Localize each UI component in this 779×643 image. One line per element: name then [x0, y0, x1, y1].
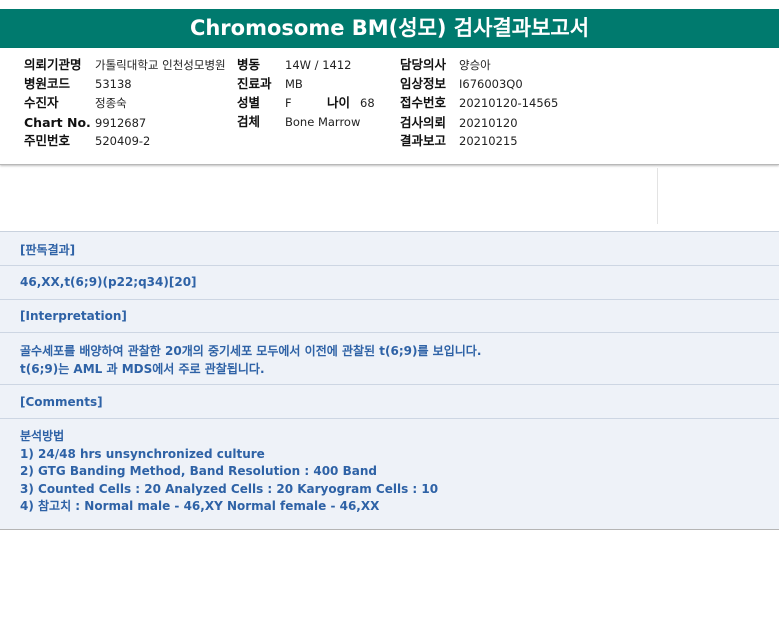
- comments-row: 분석방법 1) 24/48 hrs unsynchronized culture…: [0, 419, 779, 528]
- patient-name-value: 정종숙: [95, 96, 127, 110]
- receipt-no-value: 20210120-14565: [459, 96, 559, 110]
- age-value: 68: [360, 96, 375, 110]
- interpretation-row: 골수세포를 배양하여 관찰한 20개의 중기세포 모두에서 이전에 관찰된 t(…: [0, 333, 779, 385]
- receipt-no-label: 접수번호: [400, 95, 447, 110]
- institution-label: 의뢰기관명: [24, 57, 82, 72]
- resident-no-label: 주민번호: [24, 133, 71, 148]
- hospital-code-value: 53138: [95, 77, 132, 91]
- comment-line: 1) 24/48 hrs unsynchronized culture: [20, 446, 265, 461]
- results-panel: [판독결과] 46,XX,t(6;9)(p22;q34)[20] [Interp…: [0, 231, 779, 530]
- patient-name-label: 수진자: [24, 95, 59, 110]
- chart-no-label: Chart No.: [24, 115, 91, 130]
- interpretation-line: t(6;9)는 AML 과 MDS에서 주로 관찰됩니다.: [20, 361, 265, 376]
- interpretation-text: 골수세포를 배양하여 관찰한 20개의 중기세포 모두에서 이전에 관찰된 t(…: [20, 343, 481, 378]
- judgement-header: [판독결과]: [20, 243, 76, 257]
- doctor-label: 담당의사: [400, 57, 447, 72]
- comment-line: 4) 참고치 : Normal male - 46,XY Normal fema…: [20, 499, 380, 513]
- sex-label: 성별: [237, 95, 261, 110]
- comment-line: 분석방법: [20, 429, 65, 443]
- institution-value: 가톨릭대학교 인천성모병원: [95, 58, 226, 72]
- request-date-label: 검사의뢰: [400, 115, 447, 130]
- karyotype-result: 46,XX,t(6;9)(p22;q34)[20]: [20, 275, 197, 289]
- ward-value: 14W / 1412: [285, 58, 352, 72]
- resident-no-value: 520409-2: [95, 134, 151, 148]
- specimen-value: Bone Marrow: [285, 115, 361, 129]
- interpretation-header-row: [Interpretation]: [0, 300, 779, 333]
- comments-text: 분석방법 1) 24/48 hrs unsynchronized culture…: [20, 428, 438, 516]
- doctor-value: 양승아: [459, 58, 491, 72]
- report-title: Chromosome BM(성모) 검사결과보고서: [0, 9, 779, 48]
- request-date-value: 20210120: [459, 116, 518, 130]
- comments-header-row: [Comments]: [0, 385, 779, 419]
- clinical-info-label: 임상정보: [400, 76, 447, 91]
- age-label: 나이: [327, 95, 351, 110]
- specimen-label: 검체: [237, 114, 261, 129]
- department-value: MB: [285, 77, 303, 91]
- blank-area: [0, 168, 658, 224]
- department-label: 진료과: [237, 76, 272, 91]
- judgement-header-row: [판독결과]: [0, 232, 779, 266]
- comment-line: 2) GTG Banding Method, Band Resolution :…: [20, 464, 377, 478]
- interpretation-line: 골수세포를 배양하여 관찰한 20개의 중기세포 모두에서 이전에 관찰된 t(…: [20, 344, 482, 358]
- sex-value: F: [285, 96, 292, 110]
- patient-info-panel: 의뢰기관명 가톨릭대학교 인천성모병원 병원코드 53138 수진자 정종숙 C…: [0, 48, 779, 165]
- interpretation-header: [Interpretation]: [20, 309, 127, 323]
- report-date-value: 20210215: [459, 134, 518, 148]
- comment-line: 3) Counted Cells : 20 Analyzed Cells : 2…: [20, 481, 439, 496]
- karyotype-row: 46,XX,t(6;9)(p22;q34)[20]: [0, 266, 779, 300]
- comments-header: [Comments]: [20, 395, 103, 409]
- ward-label: 병동: [237, 57, 261, 72]
- hospital-code-label: 병원코드: [24, 76, 71, 91]
- report-date-label: 결과보고: [400, 133, 447, 148]
- chart-no-value: 9912687: [95, 116, 147, 130]
- clinical-info-value: I676003Q0: [459, 77, 523, 91]
